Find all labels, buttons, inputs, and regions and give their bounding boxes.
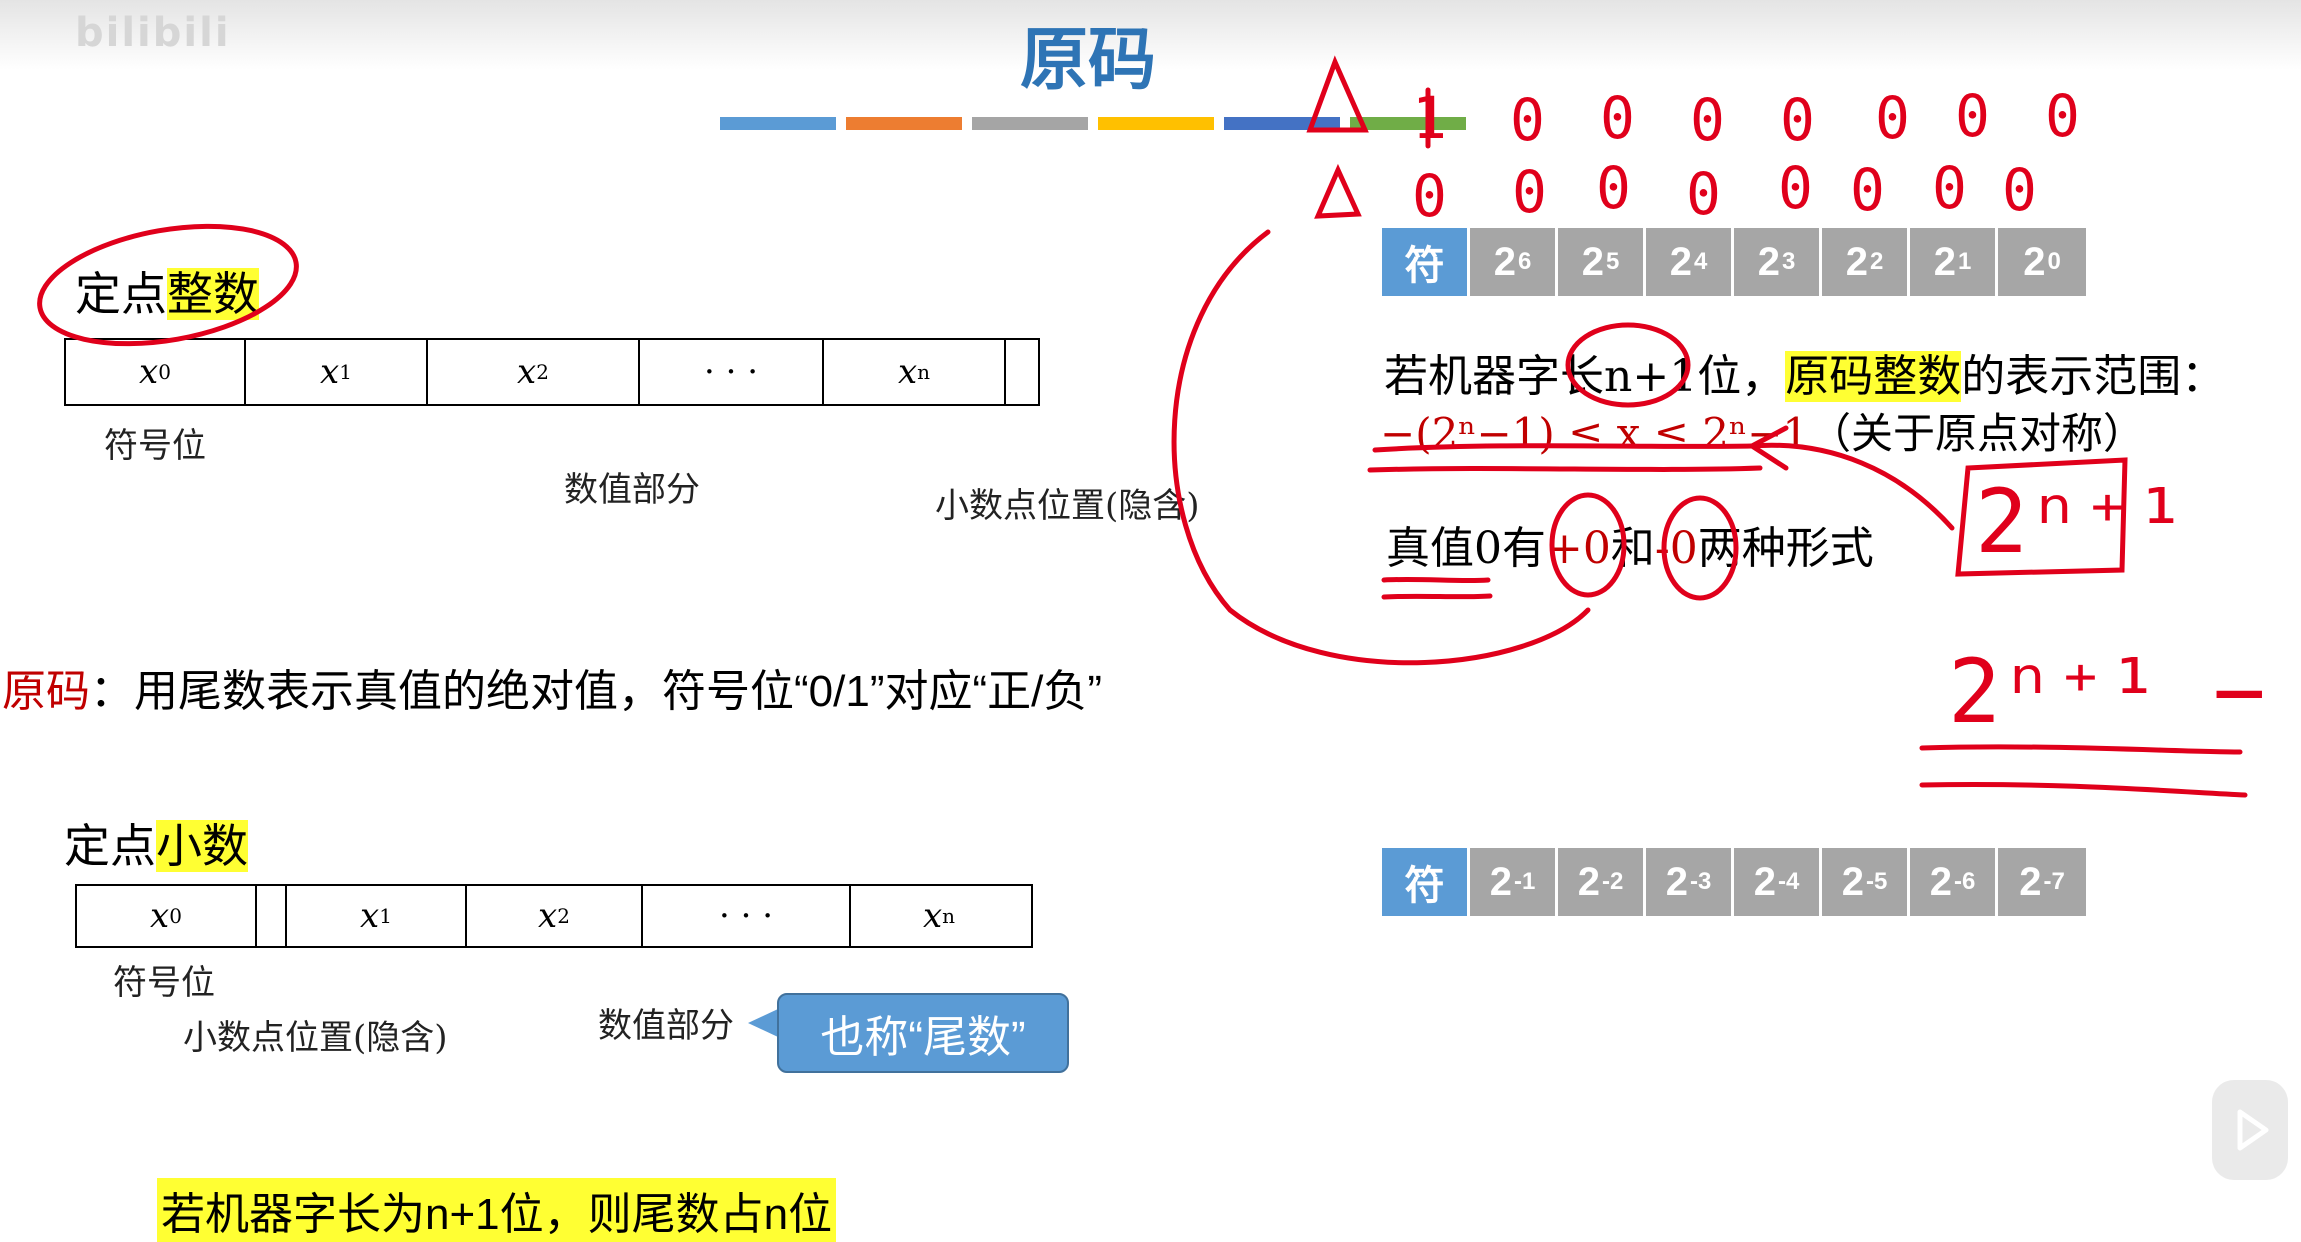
frac-bit-weight: 2 -7 xyxy=(1998,848,2086,916)
row2-digit: 0 xyxy=(1412,162,1447,230)
frac-point-label: 小数点位置(隐含) xyxy=(183,1018,448,1058)
bottom-note: 若机器字长为n+1位，则尾数占n位 xyxy=(157,1178,837,1242)
range-line-1b: 的表示范围： xyxy=(1961,351,2226,402)
frac-bit-weight: 2 -6 xyxy=(1910,848,1998,916)
frac-value-label: 数值部分 xyxy=(598,1006,734,1046)
zero-forms: 真值0有+0和-0两种形式 xyxy=(1386,512,1874,576)
expr-2-n1-minus-1: 2ⁿ⁺¹ − 1 xyxy=(1948,640,2301,743)
definition-text: ：用尾数表示真值的绝对值，符号位“0/1”对应“正/负” xyxy=(90,667,1102,716)
int-cell-0: x0 xyxy=(66,340,246,404)
int-bit-weight: 20 xyxy=(1998,228,2086,296)
underline-zero-1 xyxy=(1381,576,1491,584)
integer-heading: 定点整数 xyxy=(75,258,259,324)
range-note: （关于原点对称） xyxy=(1809,409,2146,458)
frac-bit-weights: 符 2 -1 2 -2 2 -3 2 -4 2 -5 2 -6 2 -7 xyxy=(1382,848,2086,916)
range-formula: −(2ⁿ−1) ≤ x ≤ 2ⁿ−1 xyxy=(1380,409,1810,458)
integer-heading-highlight: 整数 xyxy=(167,268,259,320)
expr-2-n1: 2ⁿ⁺¹ xyxy=(1975,470,2187,573)
slide-title: 原码 xyxy=(1020,20,1157,100)
int-cell-1: x1 xyxy=(246,340,428,404)
row2-digit: 0 xyxy=(1686,160,1721,228)
underline-range-2 xyxy=(1919,781,2248,798)
frac-cell-ellipsis: · · · xyxy=(643,886,851,946)
zero-text-a: 真值0有 xyxy=(1386,523,1546,574)
row1-digit: 0 xyxy=(1875,84,1910,152)
int-cell-ellipsis: · · · xyxy=(640,340,824,404)
frac-bit-weight: 2 -4 xyxy=(1734,848,1822,916)
row1-digit: 0 xyxy=(1780,86,1815,154)
definition: 原码：用尾数表示真值的绝对值，符号位“0/1”对应“正/负” xyxy=(2,655,1102,719)
box-expr xyxy=(1955,457,2128,577)
int-bit-weight: 21 xyxy=(1910,228,1998,296)
int-bit-weight: 24 xyxy=(1646,228,1734,296)
row2-digit: 0 xyxy=(1778,154,1813,222)
frac-bit-weight: 2 -5 xyxy=(1822,848,1910,916)
definition-term: 原码 xyxy=(2,667,90,716)
triangle-mark-2 xyxy=(1314,163,1362,219)
int-cell-n: xn xyxy=(824,340,1006,404)
int-value-label: 数值部分 xyxy=(564,470,700,510)
color-bar-3 xyxy=(972,117,1088,130)
row1-digit: 0 xyxy=(1600,84,1635,152)
frac-cell-n: xn xyxy=(922,896,956,936)
color-bar-1 xyxy=(720,117,836,130)
underline-zero-2 xyxy=(1381,593,1493,600)
int-cell-2: x2 xyxy=(428,340,640,404)
range-line-1a: 若机器字长n+1位， xyxy=(1384,351,1786,402)
int-bit-weight: 26 xyxy=(1470,228,1558,296)
frac-cell-point xyxy=(257,886,287,946)
frac-bit-weight: 2 -1 xyxy=(1470,848,1558,916)
color-bar-2 xyxy=(846,117,962,130)
zero-plus: +0 xyxy=(1546,523,1611,574)
frac-bit-weight: 2 -2 xyxy=(1558,848,1646,916)
frac-cell-1: x1 xyxy=(287,886,467,946)
zero-minus: -0 xyxy=(1654,523,1698,574)
play-icon xyxy=(2237,1109,2269,1151)
zero-and: 和 xyxy=(1610,523,1655,574)
color-bar-5 xyxy=(1224,117,1340,130)
int-bit-weight: 25 xyxy=(1558,228,1646,296)
int-point-label: 小数点位置(隐含) xyxy=(935,486,1200,526)
row1-digit: 0 xyxy=(1955,82,1990,150)
color-bar-4 xyxy=(1098,117,1214,130)
int-bit-weights: 符 26 25 24 23 22 21 20 xyxy=(1382,228,2086,296)
int-bit-weight: 23 xyxy=(1734,228,1822,296)
fraction-heading: 定点小数 xyxy=(64,810,248,876)
row2-digit: 0 xyxy=(1850,156,1885,224)
fraction-register: x0 x1 x2 · · · xn xyxy=(75,884,1033,948)
video-play-button[interactable] xyxy=(2212,1080,2288,1180)
frac-cell-2: x2 xyxy=(467,886,643,946)
fraction-heading-highlight: 小数 xyxy=(156,820,248,872)
callout-pointer xyxy=(748,1009,778,1037)
int-bit-sign: 符 xyxy=(1382,228,1470,296)
int-bit-weight: 22 xyxy=(1822,228,1910,296)
row2-digit: 0 xyxy=(1512,158,1547,226)
range-line-1-highlight: 原码整数 xyxy=(1785,351,1962,402)
color-bar-6 xyxy=(1350,117,1466,130)
bilibili-watermark: bilibili xyxy=(75,10,231,56)
row2-digit: 0 xyxy=(1932,154,1967,222)
frac-sign-label: 符号位 xyxy=(113,963,215,1003)
row1-digit: 0 xyxy=(2045,82,2080,150)
int-cell-point xyxy=(1006,340,1038,404)
row1-digit: 0 xyxy=(1510,86,1545,154)
zero-text-b: 两种形式 xyxy=(1697,523,1874,574)
int-sign-label: 符号位 xyxy=(104,426,206,466)
range-line-1: 若机器字长n+1位，原码整数的表示范围： xyxy=(1384,340,2225,404)
range-line-2: −(2ⁿ−1) ≤ x ≤ 2ⁿ−1（关于原点对称） xyxy=(1380,400,2145,461)
underline-formula-2 xyxy=(1367,465,1763,473)
frac-cell-0: x0 xyxy=(77,886,257,946)
frac-bit-weight: 2 -3 xyxy=(1646,848,1734,916)
mantissa-callout: 也称“尾数” xyxy=(777,993,1069,1073)
frac-bit-sign: 符 xyxy=(1382,848,1470,916)
row2-digit: 0 xyxy=(2002,156,2037,224)
underline-range xyxy=(1919,744,2243,755)
row2-digit: 0 xyxy=(1596,154,1631,222)
integer-heading-plain: 定点 xyxy=(75,268,167,320)
row1-digit: 0 xyxy=(1690,86,1725,154)
fraction-heading-plain: 定点 xyxy=(64,820,156,872)
integer-register: x0 x1 x2 · · · xn xyxy=(64,338,1040,406)
